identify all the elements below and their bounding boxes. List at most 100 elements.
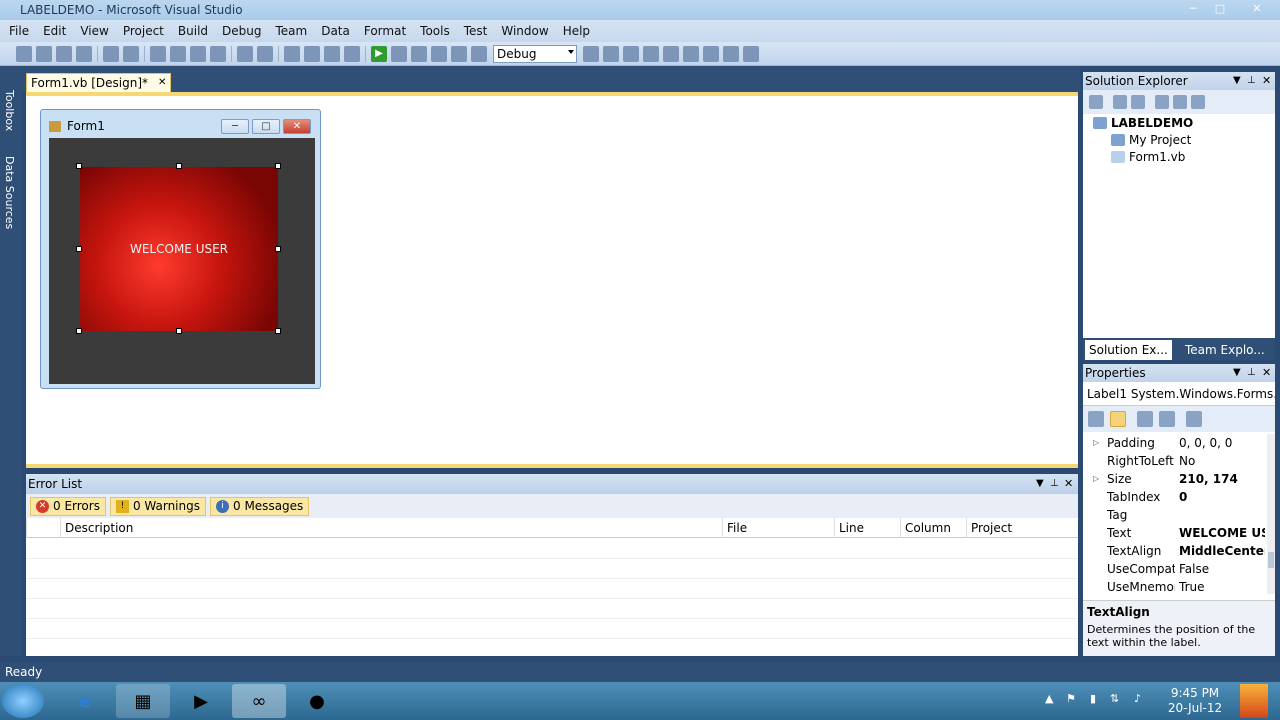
close-tab-icon[interactable]: ✕ — [158, 74, 166, 92]
resize-handle[interactable] — [275, 246, 281, 252]
minimize-button[interactable]: ─ — [1184, 2, 1202, 16]
step-out-icon[interactable] — [471, 45, 487, 62]
label1-control[interactable]: WELCOME USER — [80, 167, 278, 331]
column-icon[interactable] — [26, 518, 60, 538]
property-value[interactable]: WELCOME USE — [1179, 524, 1265, 542]
solution-configuration-select[interactable]: Debug — [493, 44, 577, 63]
show-all-files-icon[interactable] — [1113, 95, 1127, 109]
tree-item-my-project[interactable]: My Project — [1111, 133, 1191, 147]
menu-window[interactable]: Window — [494, 20, 555, 42]
save-icon[interactable] — [103, 45, 119, 62]
resize-handle[interactable] — [76, 163, 82, 169]
start-debugging-icon[interactable]: ▶ — [371, 45, 387, 62]
property-value[interactable]: MiddleCenter — [1179, 542, 1265, 560]
menu-edit[interactable]: Edit — [36, 20, 73, 42]
tab-solution-explorer[interactable]: Solution Ex... — [1085, 340, 1172, 360]
pause-icon[interactable] — [391, 45, 407, 62]
toolbox-icon[interactable] — [663, 45, 679, 62]
paste-icon[interactable] — [190, 45, 206, 62]
errors-filter-button[interactable]: ✕ 0 Errors — [30, 496, 106, 516]
resize-handle[interactable] — [176, 163, 182, 169]
save-all-icon[interactable] — [123, 45, 139, 62]
scrollbar-thumb[interactable] — [1268, 552, 1274, 568]
categorized-icon[interactable] — [1088, 411, 1104, 427]
view-code-icon[interactable] — [1155, 95, 1169, 109]
expand-icon[interactable]: ▷ — [1093, 434, 1099, 452]
refresh-icon[interactable] — [1131, 95, 1145, 109]
undo-icon[interactable] — [284, 45, 300, 62]
auto-hide-pin-icon[interactable]: ⊥ — [1247, 72, 1256, 90]
action-center-flag-icon[interactable]: ⚑ — [1066, 692, 1076, 705]
menu-team[interactable]: Team — [268, 20, 314, 42]
add-new-item-icon[interactable] — [76, 45, 92, 62]
menu-format[interactable]: Format — [357, 20, 413, 42]
view-class-diagram-icon[interactable] — [1191, 95, 1205, 109]
property-value[interactable]: No — [1179, 452, 1265, 470]
auto-hide-pin-icon[interactable]: ⊥ — [1050, 474, 1059, 494]
resize-handle[interactable] — [275, 328, 281, 334]
alphabetical-icon[interactable] — [1110, 411, 1126, 427]
step-over-icon[interactable] — [451, 45, 467, 62]
properties-scrollbar[interactable] — [1267, 434, 1275, 594]
auto-hide-pin-icon[interactable]: ⊥ — [1247, 364, 1256, 382]
close-button[interactable]: ✕ — [1248, 2, 1266, 16]
show-desktop-icon[interactable] — [1240, 684, 1268, 718]
comment-icon[interactable] — [237, 45, 253, 62]
show-hidden-icons-icon[interactable]: ▲ — [1045, 692, 1053, 705]
menu-build[interactable]: Build — [171, 20, 215, 42]
new-project-icon[interactable] — [16, 45, 32, 62]
internet-explorer-icon[interactable]: e — [58, 684, 112, 718]
property-row-usemnemonic[interactable]: UseMnemoni True — [1083, 578, 1267, 596]
property-value[interactable]: True — [1179, 578, 1265, 596]
tab-team-explorer[interactable]: Team Explo... — [1181, 340, 1269, 360]
properties-icon[interactable] — [1137, 411, 1153, 427]
tab-form1-design[interactable]: Form1.vb [Design]* ✕ — [26, 73, 172, 92]
tree-item-solution-root[interactable]: LABELDEMO — [1093, 116, 1193, 130]
start-button[interactable] — [2, 684, 44, 718]
property-value[interactable]: 210, 174 — [1179, 470, 1265, 488]
view-designer-icon[interactable] — [1173, 95, 1187, 109]
column-line[interactable]: Line — [834, 518, 900, 538]
find-icon[interactable] — [210, 45, 226, 62]
property-value[interactable]: 0, 0, 0, 0 — [1179, 434, 1265, 452]
menu-help[interactable]: Help — [556, 20, 597, 42]
resize-handle[interactable] — [76, 328, 82, 334]
property-row-size[interactable]: ▷ Size 210, 174 — [1083, 470, 1267, 488]
property-row-righttoleft[interactable]: RightToLeft No — [1083, 452, 1267, 470]
messages-filter-button[interactable]: i 0 Messages — [210, 496, 310, 516]
resize-handle[interactable] — [176, 328, 182, 334]
command-window-icon[interactable] — [723, 45, 739, 62]
object-selector[interactable]: Label1 System.Windows.Forms.La — [1083, 382, 1275, 406]
expand-icon[interactable]: ▷ — [1093, 470, 1099, 488]
menu-tools[interactable]: Tools — [413, 20, 457, 42]
recorder-icon[interactable]: ● — [290, 684, 344, 718]
media-player-icon[interactable]: ▶ — [174, 684, 228, 718]
window-position-icon[interactable]: ▼ — [1233, 364, 1241, 382]
data-sources-tab[interactable]: Data Sources — [3, 156, 16, 229]
volume-icon[interactable]: ♪ — [1134, 692, 1141, 705]
property-row-tabindex[interactable]: TabIndex 0 — [1083, 488, 1267, 506]
column-column[interactable]: Column — [900, 518, 966, 538]
menu-file[interactable]: File — [2, 20, 36, 42]
warnings-filter-button[interactable]: ! 0 Warnings — [109, 496, 206, 516]
uncomment-icon[interactable] — [257, 45, 273, 62]
resize-handle[interactable] — [275, 163, 281, 169]
cut-icon[interactable] — [150, 45, 166, 62]
step-into-icon[interactable] — [431, 45, 447, 62]
toolbar-options-icon[interactable] — [743, 45, 759, 62]
property-row-text[interactable]: Text WELCOME USE — [1083, 524, 1267, 542]
property-pages-icon[interactable] — [1186, 411, 1202, 427]
close-panel-icon[interactable]: ✕ — [1262, 72, 1271, 90]
start-page-icon[interactable] — [703, 45, 719, 62]
solution-explorer-icon[interactable] — [603, 45, 619, 62]
maximize-button[interactable]: □ — [1211, 2, 1229, 16]
file-explorer-icon[interactable]: ▦ — [116, 684, 170, 718]
open-file-icon[interactable] — [56, 45, 72, 62]
menu-test[interactable]: Test — [457, 20, 495, 42]
extension-manager-icon[interactable] — [683, 45, 699, 62]
window-position-icon[interactable]: ▼ — [1233, 72, 1241, 90]
power-icon[interactable]: ▮ — [1090, 692, 1096, 705]
navigate-back-icon[interactable] — [324, 45, 340, 62]
close-panel-icon[interactable]: ✕ — [1262, 364, 1271, 382]
stop-icon[interactable] — [411, 45, 427, 62]
